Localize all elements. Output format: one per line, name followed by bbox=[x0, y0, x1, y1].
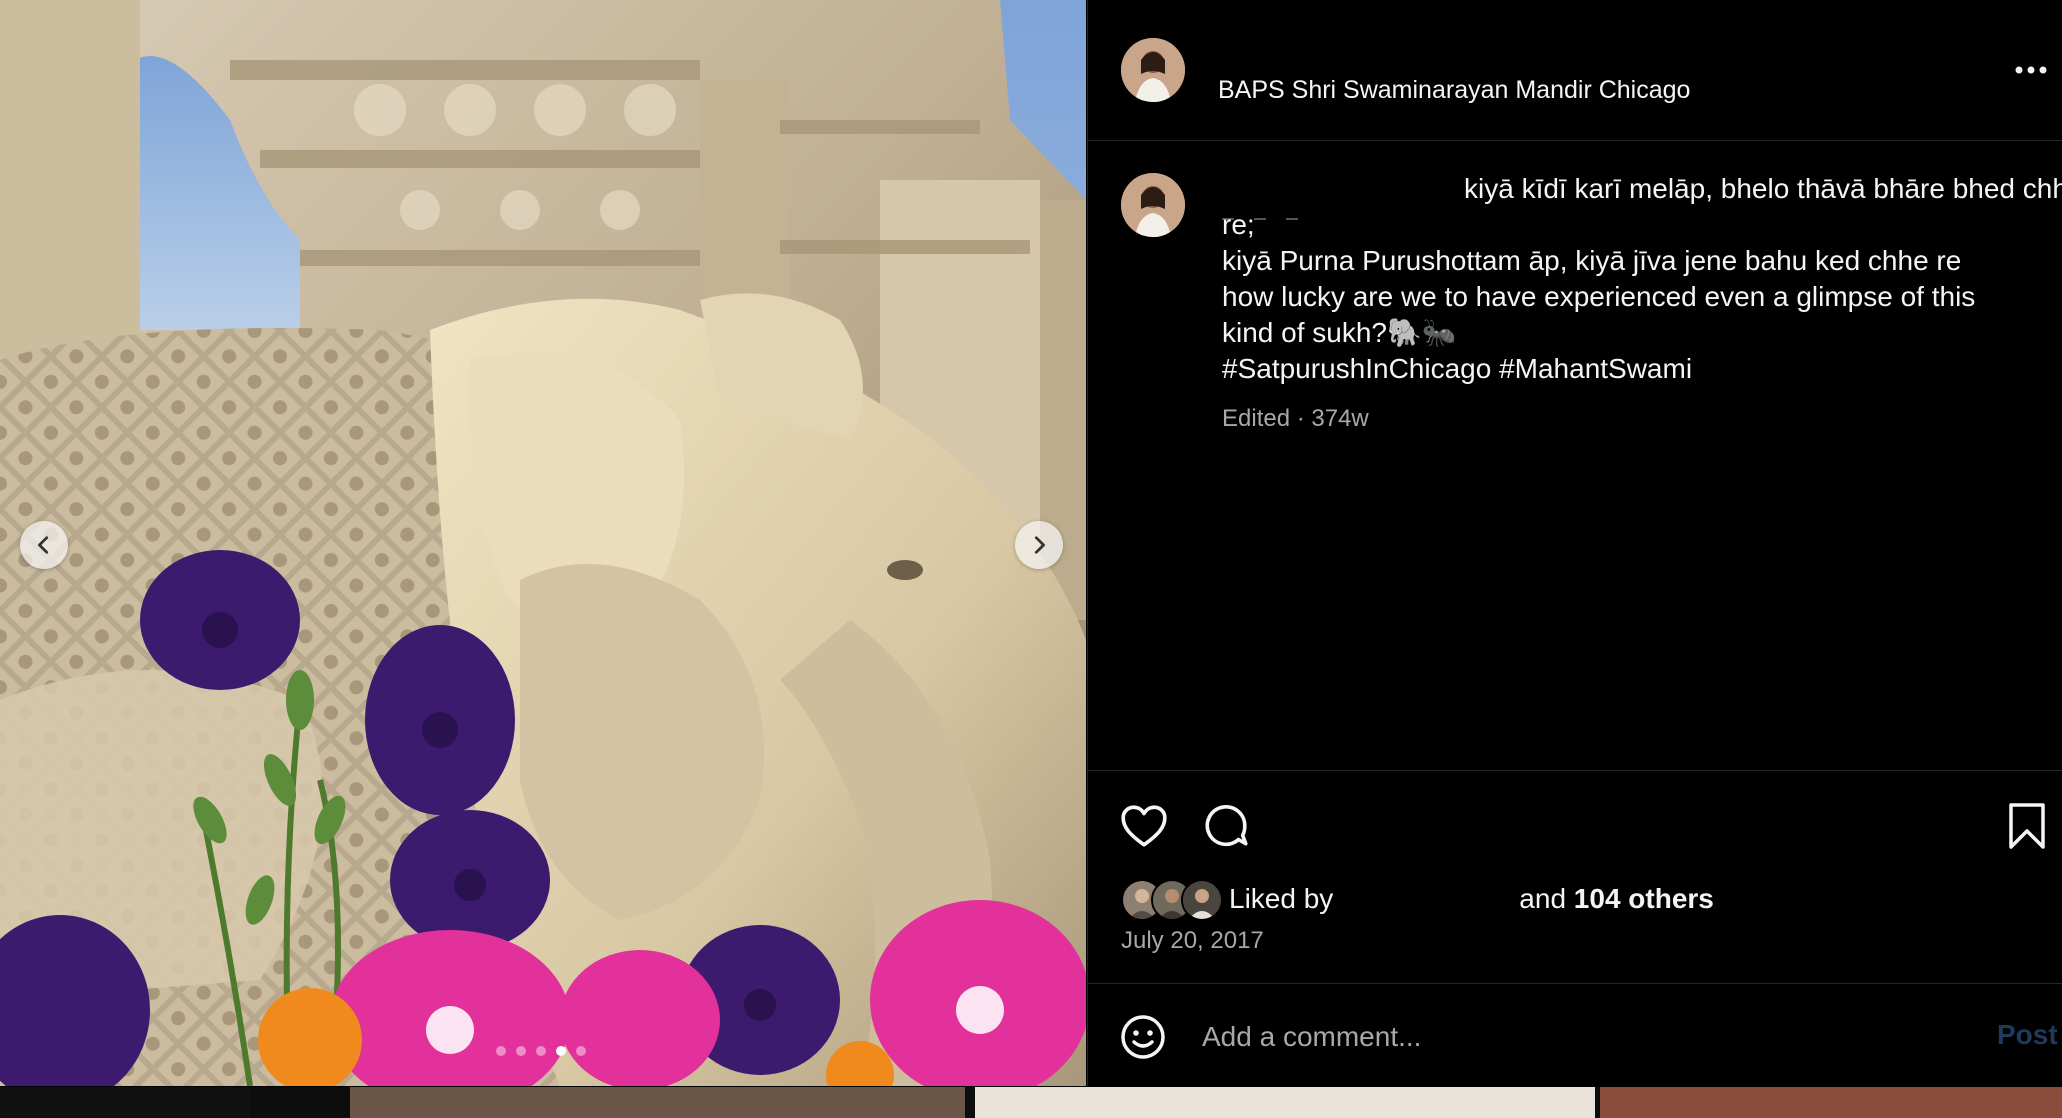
related-post-thumb[interactable] bbox=[0, 1087, 250, 1118]
save-button[interactable] bbox=[2005, 801, 2049, 851]
emoji-icon bbox=[1121, 1015, 1165, 1059]
caption-section: kiyā kīdī karī melāp, bhelo thāvā bhāre … bbox=[1088, 141, 2062, 769]
emoji-button[interactable] bbox=[1119, 1013, 1167, 1061]
heart-icon bbox=[1121, 805, 1167, 847]
liked-by-label: Liked by bbox=[1229, 883, 1334, 914]
carousel-dot bbox=[556, 1046, 566, 1056]
author-avatar[interactable] bbox=[1121, 38, 1185, 102]
caption-line: kiyā kīdī karī melāp, bhelo thāvā bhāre … bbox=[1464, 173, 2062, 204]
related-post-thumb[interactable] bbox=[975, 1087, 1595, 1118]
post-header: BAPS Shri Swaminarayan Mandir Chicago bbox=[1088, 0, 2062, 141]
carousel-dot bbox=[516, 1046, 526, 1056]
related-posts-strip bbox=[0, 1087, 2062, 1118]
related-post-thumb[interactable] bbox=[1600, 1087, 2062, 1118]
post-actions: Liked by and 104 others July 20, 2017 bbox=[1088, 770, 2062, 984]
carousel-next-button[interactable] bbox=[1015, 521, 1063, 569]
post-location-link[interactable]: BAPS Shri Swaminarayan Mandir Chicago bbox=[1218, 76, 1690, 105]
instagram-post-view: BAPS Shri Swaminarayan Mandir Chicago ki… bbox=[0, 0, 2062, 1118]
post-comment-button[interactable]: Post bbox=[1997, 1019, 2058, 1051]
chevron-right-icon bbox=[1034, 536, 1045, 554]
post-caption: kiyā kīdī karī melāp, bhelo thāvā bhāre … bbox=[1222, 171, 2062, 387]
bookmark-icon bbox=[2009, 803, 2045, 849]
caption-line: kiyā Purna Purushottam āp, kiyā jīva jen… bbox=[1222, 245, 1962, 276]
caption-hashtags[interactable]: #SatpurushInChicago #MahantSwami bbox=[1222, 351, 2022, 387]
temple-elephant-photo bbox=[0, 0, 1086, 1086]
caption-line: re; bbox=[1222, 209, 1255, 240]
liked-by-and: and bbox=[1519, 883, 1567, 914]
carousel-indicator bbox=[496, 1046, 586, 1056]
caption-line: how lucky are we to have experienced eve… bbox=[1222, 281, 1976, 312]
related-post-thumb[interactable] bbox=[350, 1087, 965, 1118]
more-options-button[interactable] bbox=[2011, 50, 2051, 90]
carousel-dot bbox=[496, 1046, 506, 1056]
post-date[interactable]: July 20, 2017 bbox=[1121, 927, 1264, 955]
post-edited-age: Edited · 374w bbox=[1222, 405, 1369, 432]
carousel-prev-button[interactable] bbox=[20, 521, 68, 569]
chevron-left-icon bbox=[38, 536, 49, 554]
carousel-dot bbox=[536, 1046, 546, 1056]
carousel-dot bbox=[576, 1046, 586, 1056]
caption-author-avatar[interactable] bbox=[1121, 173, 1185, 237]
comment-button[interactable] bbox=[1201, 801, 1251, 851]
more-options-icon bbox=[2015, 66, 2047, 74]
comment-input[interactable] bbox=[1200, 1011, 1964, 1063]
post-media-carousel[interactable] bbox=[0, 0, 1086, 1086]
likes-count-link[interactable]: 104 others bbox=[1574, 883, 1714, 915]
comment-icon bbox=[1205, 805, 1248, 847]
caption-line: kind of sukh?🐘🐜 bbox=[1222, 317, 1457, 348]
post-details-panel: BAPS Shri Swaminarayan Mandir Chicago ki… bbox=[1087, 0, 2062, 1086]
likes-summary: Liked by and 104 others bbox=[1121, 879, 1714, 921]
comment-composer: Post bbox=[1088, 983, 2062, 1086]
liker-avatars[interactable] bbox=[1121, 879, 1223, 921]
like-button[interactable] bbox=[1119, 801, 1169, 851]
